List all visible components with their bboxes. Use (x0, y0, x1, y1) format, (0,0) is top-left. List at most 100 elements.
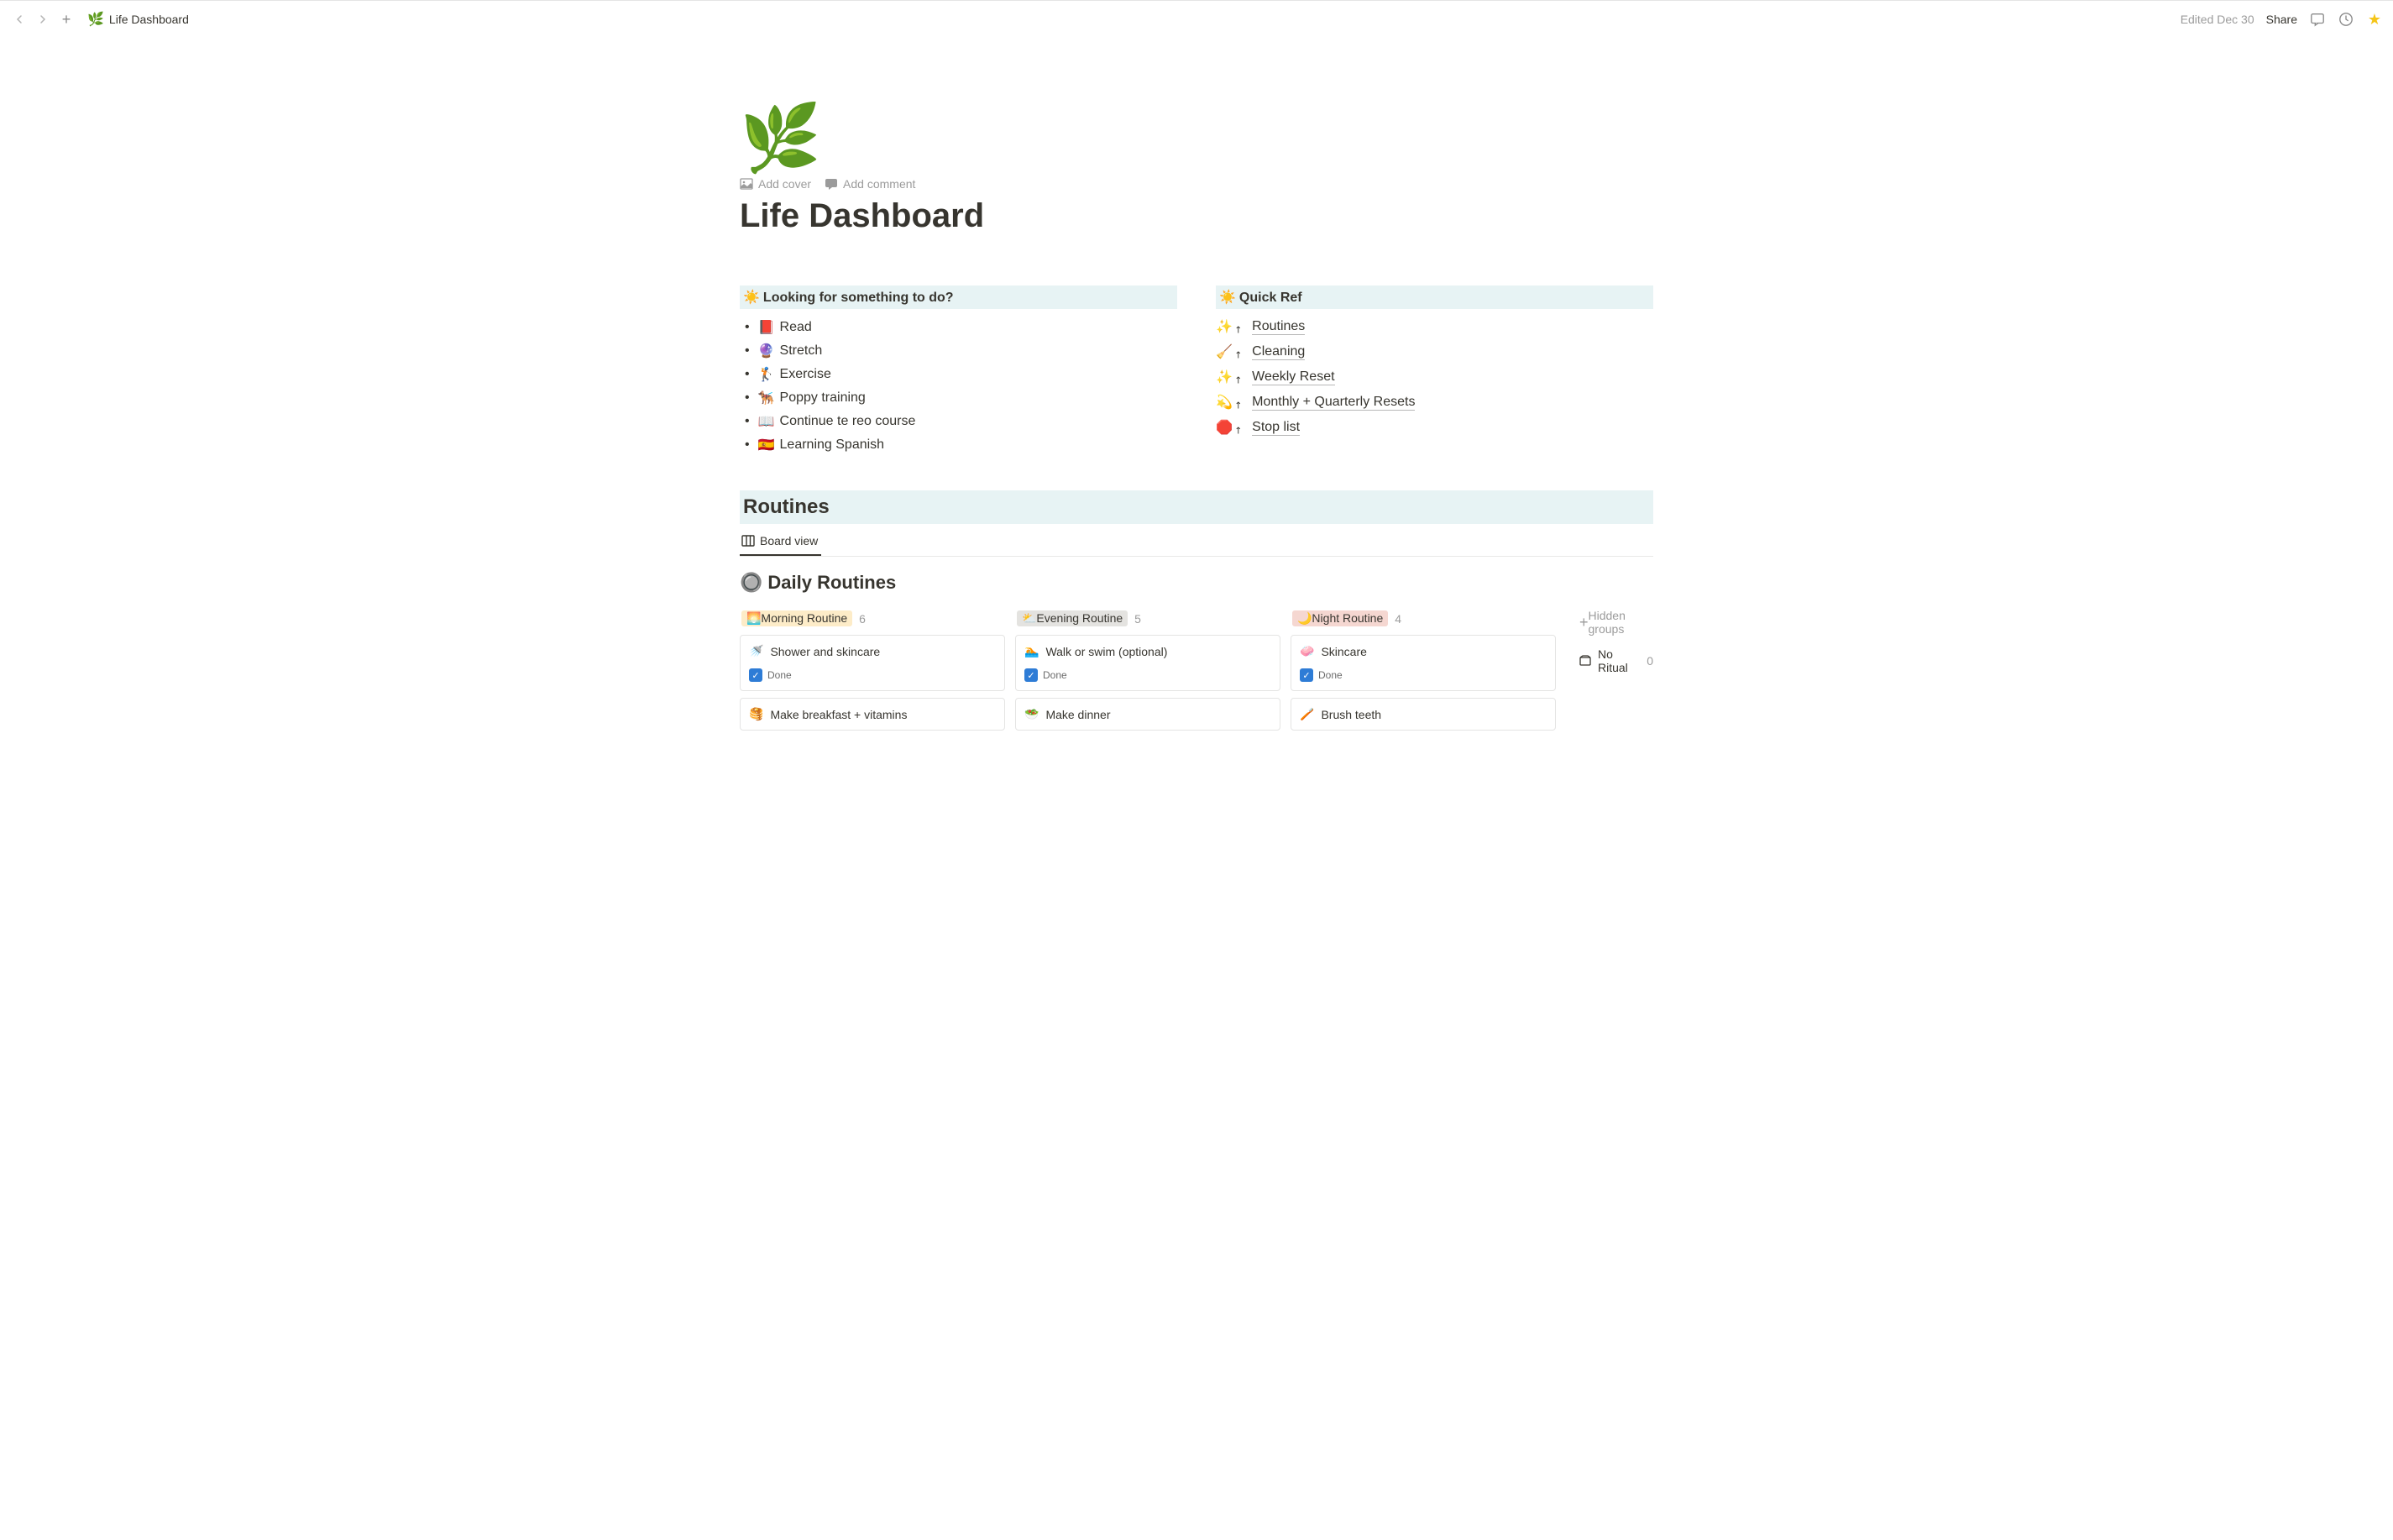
board-card[interactable]: 🧼 Skincare ✓ Done (1291, 635, 1556, 691)
item-emoji: 🐕‍🦺 (758, 390, 775, 406)
empty-icon (1579, 654, 1591, 668)
list-item[interactable]: 📕 Read (740, 316, 1177, 339)
breadcrumb-icon: 🌿 (87, 11, 104, 28)
hidden-groups-column: + Hidden groups No Ritual 0 (1566, 609, 1653, 737)
card-emoji: 🧼 (1300, 644, 1314, 658)
no-ritual-group[interactable]: No Ritual 0 (1579, 647, 1653, 674)
quickref-list: ✨↗Routines🧹↗Cleaning✨↗Weekly Reset💫↗Mont… (1216, 314, 1653, 440)
daily-emoji: 🔘 (740, 572, 762, 594)
todo-list: 📕 Read 🔮Stretch 🏌️ Exercise 🐕‍🦺Poppy training… (740, 316, 1177, 457)
board-column: 🌙Night Routine4🧼Skincare✓Done🪥Brush teet… (1291, 609, 1556, 737)
link-arrow-icon: ↗ (1232, 373, 1245, 386)
add-comment-button[interactable]: Add comment (825, 177, 915, 191)
quickref-link[interactable]: 🛑↗Stop list (1216, 415, 1653, 440)
list-item[interactable]: 🏌️ Exercise (740, 363, 1177, 386)
add-column-button[interactable]: + (1579, 614, 1589, 631)
board-view-label: Board view (760, 534, 818, 547)
page-actions: Add cover Add comment (740, 177, 1653, 191)
board-card[interactable]: 🪥Brush teeth (1291, 698, 1556, 731)
column-tag[interactable]: 🌅Morning Routine (741, 610, 852, 626)
card-title-text: Skincare (1321, 645, 1366, 658)
list-item[interactable]: 🇪🇸Learning Spanish (740, 433, 1177, 457)
page-title[interactable]: Life Dashboard (740, 197, 1653, 235)
board-icon (741, 534, 755, 547)
card-title-text: Walk or swim (optional) (1045, 645, 1167, 658)
sun-icon: ☀️ (743, 291, 760, 305)
board-column: 🌅Morning Routine 6 🚿Shower and skincare ✓ Do… (740, 609, 1005, 737)
board-card[interactable]: 🚿Shower and skincare ✓ Done (740, 635, 1005, 691)
edited-timestamp: Edited Dec 30 (2181, 13, 2254, 26)
card-done-row: ✓ Done (749, 668, 996, 682)
item-emoji: 🏌️ (758, 366, 775, 383)
list-item[interactable]: 📖 Continue te reo course (740, 410, 1177, 433)
board-view-tab[interactable]: Board view (740, 529, 821, 556)
card-emoji: 🚿 (749, 644, 763, 658)
board-column-header: 🌅Morning Routine 6 (740, 609, 1005, 635)
quickref-link[interactable]: ✨↗Weekly Reset (1216, 364, 1653, 390)
comments-icon[interactable] (2309, 11, 2326, 28)
column-count: 6 (859, 612, 866, 626)
sun-icon: ☀️ (1219, 291, 1236, 305)
favorite-star-icon[interactable]: ★ (2366, 11, 2383, 28)
item-text: Read (780, 320, 812, 335)
todo-header-text: Looking for something to do? (763, 291, 954, 305)
quickref-link[interactable]: ✨↗Routines (1216, 314, 1653, 339)
updates-icon[interactable] (2338, 11, 2354, 28)
share-button[interactable]: Share (2266, 13, 2297, 26)
item-emoji: ✨ (1216, 318, 1233, 335)
item-emoji: 📖 (758, 413, 775, 430)
daily-title-text: Daily Routines (767, 572, 896, 594)
item-text: Continue te reo course (780, 414, 916, 429)
new-page-button[interactable]: + (57, 10, 76, 29)
quickref-header-text: Quick Ref (1239, 291, 1302, 305)
image-icon (740, 177, 753, 191)
page-icon[interactable]: 🌿 (740, 105, 1653, 170)
link-arrow-icon: ↗ (1232, 423, 1245, 437)
list-item[interactable]: 🐕‍🦺Poppy training (740, 386, 1177, 410)
item-emoji: 💫 (1216, 394, 1233, 411)
hidden-groups-label[interactable]: Hidden groups (1589, 609, 1653, 636)
page-content: 🌿 Add cover Add comment Life Dashboard ☀… (659, 38, 1734, 737)
list-item[interactable]: 🔮Stretch (740, 339, 1177, 363)
link-text: Weekly Reset (1252, 369, 1334, 385)
card-done-row: ✓ Done (1300, 668, 1547, 682)
hidden-groups-header: + Hidden groups (1579, 609, 1653, 636)
done-label: Done (1043, 669, 1067, 681)
breadcrumb[interactable]: 🌿 Life Dashboard (87, 11, 189, 28)
board-card[interactable]: 🥗Make dinner (1015, 698, 1280, 731)
item-emoji: 🇪🇸 (758, 437, 775, 453)
link-arrow-icon: ↗ (1232, 348, 1245, 361)
board-card[interactable]: 🏊 Walk or swim (optional) ✓ Done (1015, 635, 1280, 691)
quickref-link[interactable]: 💫↗Monthly + Quarterly Resets (1216, 390, 1653, 415)
column-tag[interactable]: ⛅Evening Routine (1017, 610, 1128, 626)
column-tag[interactable]: 🌙Night Routine (1292, 610, 1388, 626)
done-label: Done (1318, 669, 1343, 681)
item-emoji: 🧹 (1216, 343, 1233, 360)
no-ritual-count: 0 (1647, 654, 1653, 668)
checkbox-checked-icon[interactable]: ✓ (749, 668, 762, 682)
card-emoji: 🥗 (1024, 707, 1039, 721)
link-text: Cleaning (1252, 344, 1305, 360)
done-label: Done (767, 669, 792, 681)
checkbox-checked-icon[interactable]: ✓ (1024, 668, 1038, 682)
link-text: Routines (1252, 319, 1305, 335)
board-column-header: ⛅Evening Routine5 (1015, 609, 1280, 635)
board-card[interactable]: 🥞Make breakfast + vitamins (740, 698, 1005, 731)
quickref-link[interactable]: 🧹↗ Cleaning (1216, 339, 1653, 364)
card-emoji: 🏊 (1024, 644, 1039, 658)
quickref-column: ☀️Quick Ref ✨↗Routines🧹↗Cleaning✨↗Weekly… (1216, 285, 1653, 457)
card-emoji: 🪥 (1300, 707, 1314, 721)
item-text: Exercise (780, 367, 831, 382)
card-title: 🧼 Skincare (1300, 644, 1547, 658)
add-comment-label: Add comment (843, 177, 915, 191)
link-arrow-icon: ↗ (1232, 398, 1245, 411)
checkbox-checked-icon[interactable]: ✓ (1300, 668, 1313, 682)
item-emoji: 📕 (758, 319, 775, 336)
nav-forward-button[interactable] (34, 10, 52, 29)
nav-back-button[interactable] (10, 10, 29, 29)
add-cover-button[interactable]: Add cover (740, 177, 811, 191)
card-title: 🚿Shower and skincare (749, 644, 996, 658)
item-emoji: 🔮 (758, 343, 775, 359)
topbar-right: Edited Dec 30 Share ★ (2181, 11, 2383, 28)
topbar: + 🌿 Life Dashboard Edited Dec 30 Share ★ (0, 0, 2393, 38)
